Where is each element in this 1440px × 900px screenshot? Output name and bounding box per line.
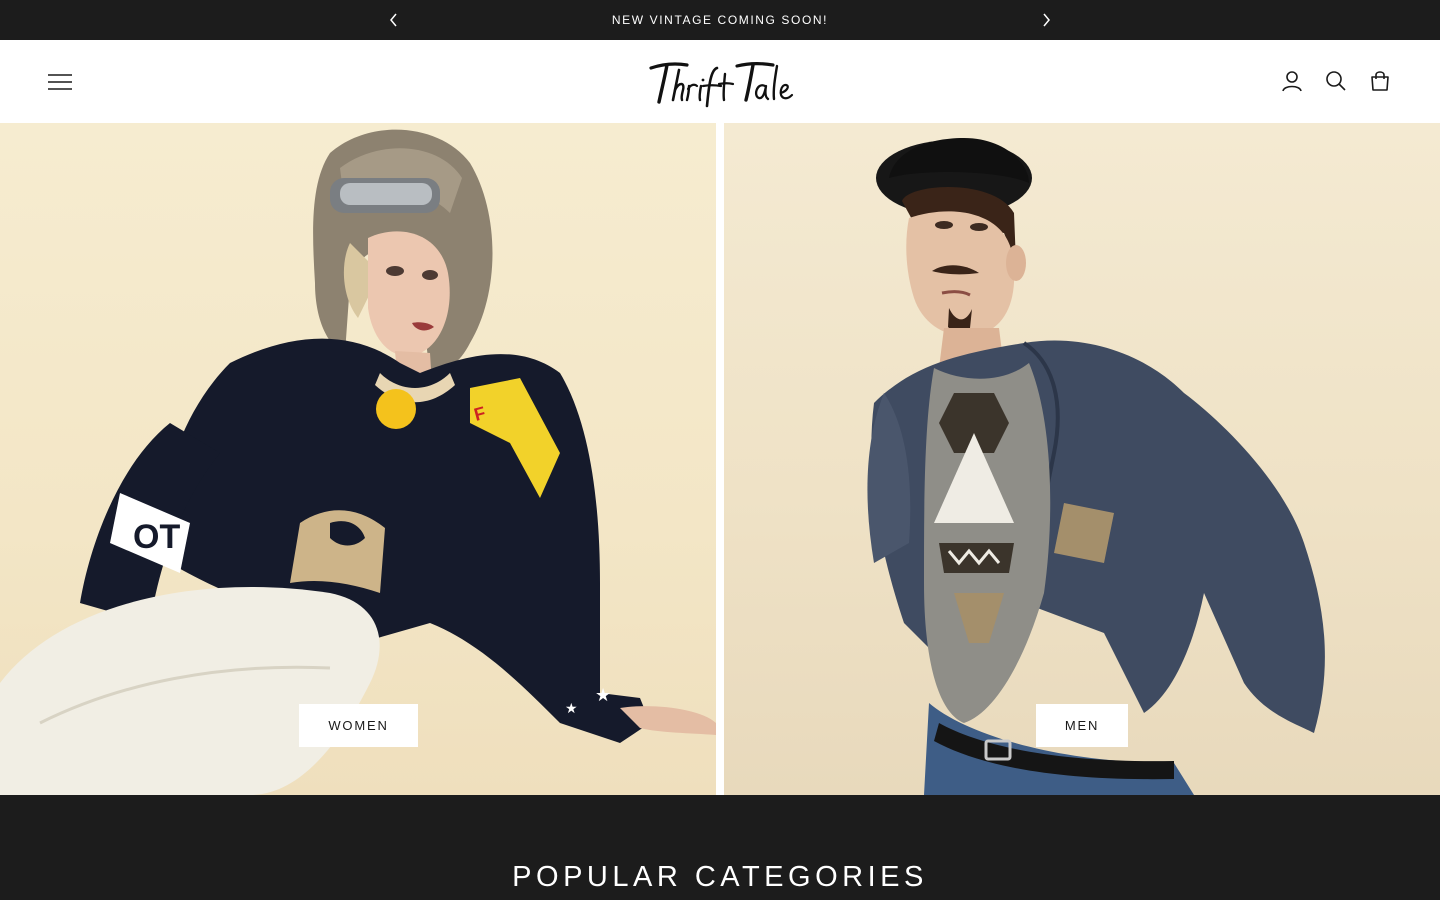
announcement-next-button[interactable] xyxy=(1036,10,1056,30)
search-button[interactable] xyxy=(1324,69,1348,93)
site-header xyxy=(0,40,1440,123)
cart-bag-icon xyxy=(1371,71,1389,91)
chevron-left-icon xyxy=(390,13,397,27)
cart-button[interactable] xyxy=(1368,69,1392,93)
announcement-text[interactable]: NEW VINTAGE COMING SOON! xyxy=(612,13,828,27)
announcement-prev-button[interactable] xyxy=(384,10,404,30)
announcement-bar: NEW VINTAGE COMING SOON! xyxy=(0,0,1440,40)
popular-categories-section: POPULAR CATEGORIES xyxy=(0,795,1440,900)
women-collection-button[interactable]: WOMEN xyxy=(299,704,418,747)
header-icons xyxy=(1280,69,1392,93)
svg-text:★: ★ xyxy=(595,685,611,706)
men-model-illustration xyxy=(867,138,1325,795)
hero-collections: OT F ★ ★ WOMEN MEN xyxy=(0,123,1440,795)
popular-categories-title: POPULAR CATEGORIES xyxy=(512,861,928,893)
thrift-tale-logo xyxy=(649,62,794,108)
account-icon xyxy=(1282,71,1302,92)
account-button[interactable] xyxy=(1280,69,1304,93)
men-collection-button[interactable]: MEN xyxy=(1036,704,1128,747)
chevron-right-icon xyxy=(1043,13,1050,27)
women-model-illustration: OT F ★ ★ xyxy=(0,129,716,795)
site-logo[interactable] xyxy=(620,52,820,112)
women-collection-panel[interactable]: OT F ★ ★ WOMEN xyxy=(0,123,716,795)
menu-button[interactable] xyxy=(46,69,74,95)
svg-text:OT: OT xyxy=(133,518,180,556)
svg-text:★: ★ xyxy=(565,701,578,717)
search-icon xyxy=(1326,71,1346,91)
men-collection-panel[interactable]: MEN xyxy=(724,123,1440,795)
hamburger-menu-icon xyxy=(48,74,72,90)
